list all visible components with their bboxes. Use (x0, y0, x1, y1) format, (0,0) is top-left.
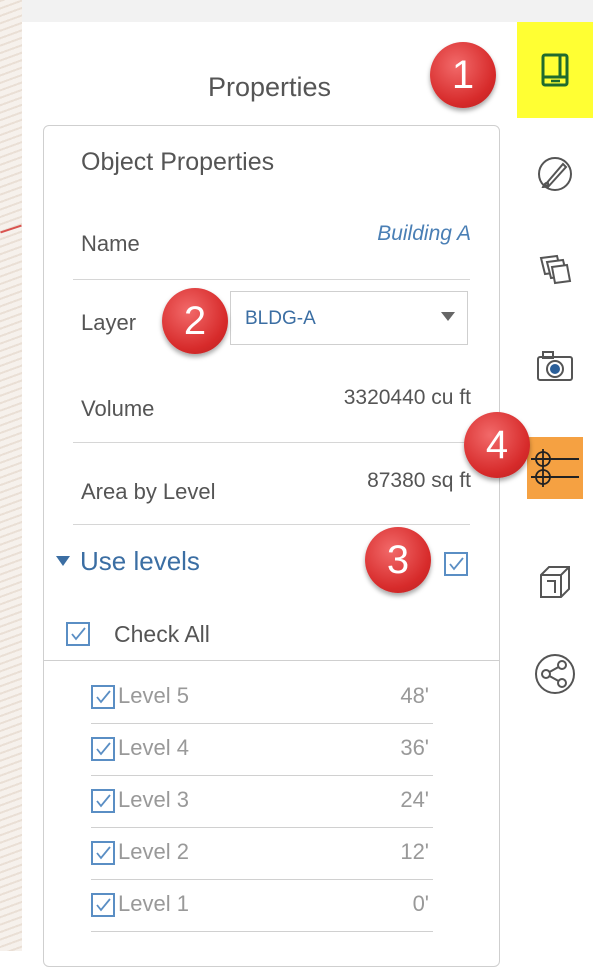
checkmark-icon (449, 557, 464, 571)
divider (73, 524, 470, 525)
level-checkbox[interactable] (91, 789, 115, 813)
level-elevation: 24' (400, 787, 429, 812)
level-row[interactable]: Level 2 12' (91, 828, 433, 880)
level-row[interactable]: Level 1 0' (91, 880, 433, 932)
properties-panel: Properties Object Properties Name Buildi… (22, 22, 518, 967)
level-name: Level 1 (118, 891, 189, 916)
level-row[interactable]: Level 3 24' (91, 776, 433, 828)
level-elevation: 0' (412, 891, 429, 916)
level-name: Level 4 (118, 735, 189, 760)
camera-icon (537, 351, 573, 381)
checkmark-icon (96, 846, 111, 860)
level-name: Level 3 (118, 787, 189, 812)
divider (91, 931, 433, 932)
level-elevation: 36' (400, 735, 429, 760)
map-canvas-edge (0, 0, 23, 951)
level-elevation: 12' (400, 839, 429, 864)
level-checkbox[interactable] (91, 685, 115, 709)
use-levels-toggle[interactable]: Use levels (56, 546, 200, 577)
layers-tool-button[interactable] (517, 233, 593, 303)
properties-tool-button[interactable] (517, 22, 593, 118)
level-row[interactable]: Level 5 48' (91, 672, 433, 724)
right-toolbar (517, 22, 593, 951)
massing-icon (540, 566, 570, 598)
checkmark-icon (71, 627, 86, 641)
level-checkbox[interactable] (91, 893, 115, 917)
canvas-redline (0, 224, 22, 234)
divider (73, 279, 470, 280)
materials-tool-button[interactable] (517, 139, 593, 209)
level-checkbox[interactable] (91, 841, 115, 865)
area-label: Area by Level (81, 479, 216, 504)
levels-icon (531, 449, 579, 487)
dropdown-caret-icon (441, 312, 455, 321)
layers-icon (539, 254, 572, 285)
level-name: Level 5 (118, 683, 189, 708)
divider (44, 660, 499, 661)
area-value: 87380 sq ft (367, 469, 471, 492)
callout-badge-2: 2 (162, 288, 228, 354)
card-title: Object Properties (81, 148, 275, 176)
checkmark-icon (96, 898, 111, 912)
callout-badge-1: 1 (430, 42, 496, 108)
share-tool-button[interactable] (517, 639, 593, 709)
layer-label: Layer (81, 310, 137, 335)
use-levels-label: Use levels (80, 546, 200, 576)
callout-badge-3: 3 (365, 527, 431, 593)
properties-icon (541, 53, 569, 87)
level-elevation: 48' (400, 683, 429, 708)
object-properties-card: Object Properties Name Building A Layer … (43, 125, 500, 967)
materials-brush-icon (538, 157, 572, 191)
name-label: Name (81, 231, 140, 256)
layer-dropdown-value: BLDG-A (245, 308, 316, 329)
use-levels-checkbox[interactable] (444, 552, 468, 576)
callout-badge-4: 4 (464, 412, 530, 478)
divider (73, 442, 470, 443)
check-all-checkbox[interactable] (66, 622, 90, 646)
camera-tool-button[interactable] (517, 331, 593, 401)
level-row[interactable]: Level 4 36' (91, 724, 433, 776)
levels-tool-button[interactable] (527, 437, 583, 499)
check-all-label: Check All (114, 621, 210, 647)
checkmark-icon (96, 690, 111, 704)
level-checkbox[interactable] (91, 737, 115, 761)
volume-value: 3320440 cu ft (343, 386, 471, 409)
volume-label: Volume (81, 396, 155, 421)
level-name: Level 2 (118, 839, 189, 864)
share-icon (535, 654, 575, 694)
layer-dropdown[interactable]: BLDG-A (230, 291, 468, 345)
checkmark-icon (96, 742, 111, 756)
checkmark-icon (96, 794, 111, 808)
expand-triangle-icon (56, 556, 70, 567)
top-bar (22, 0, 593, 23)
massing-tool-button[interactable] (517, 546, 593, 616)
name-value[interactable]: Building A (377, 222, 471, 246)
